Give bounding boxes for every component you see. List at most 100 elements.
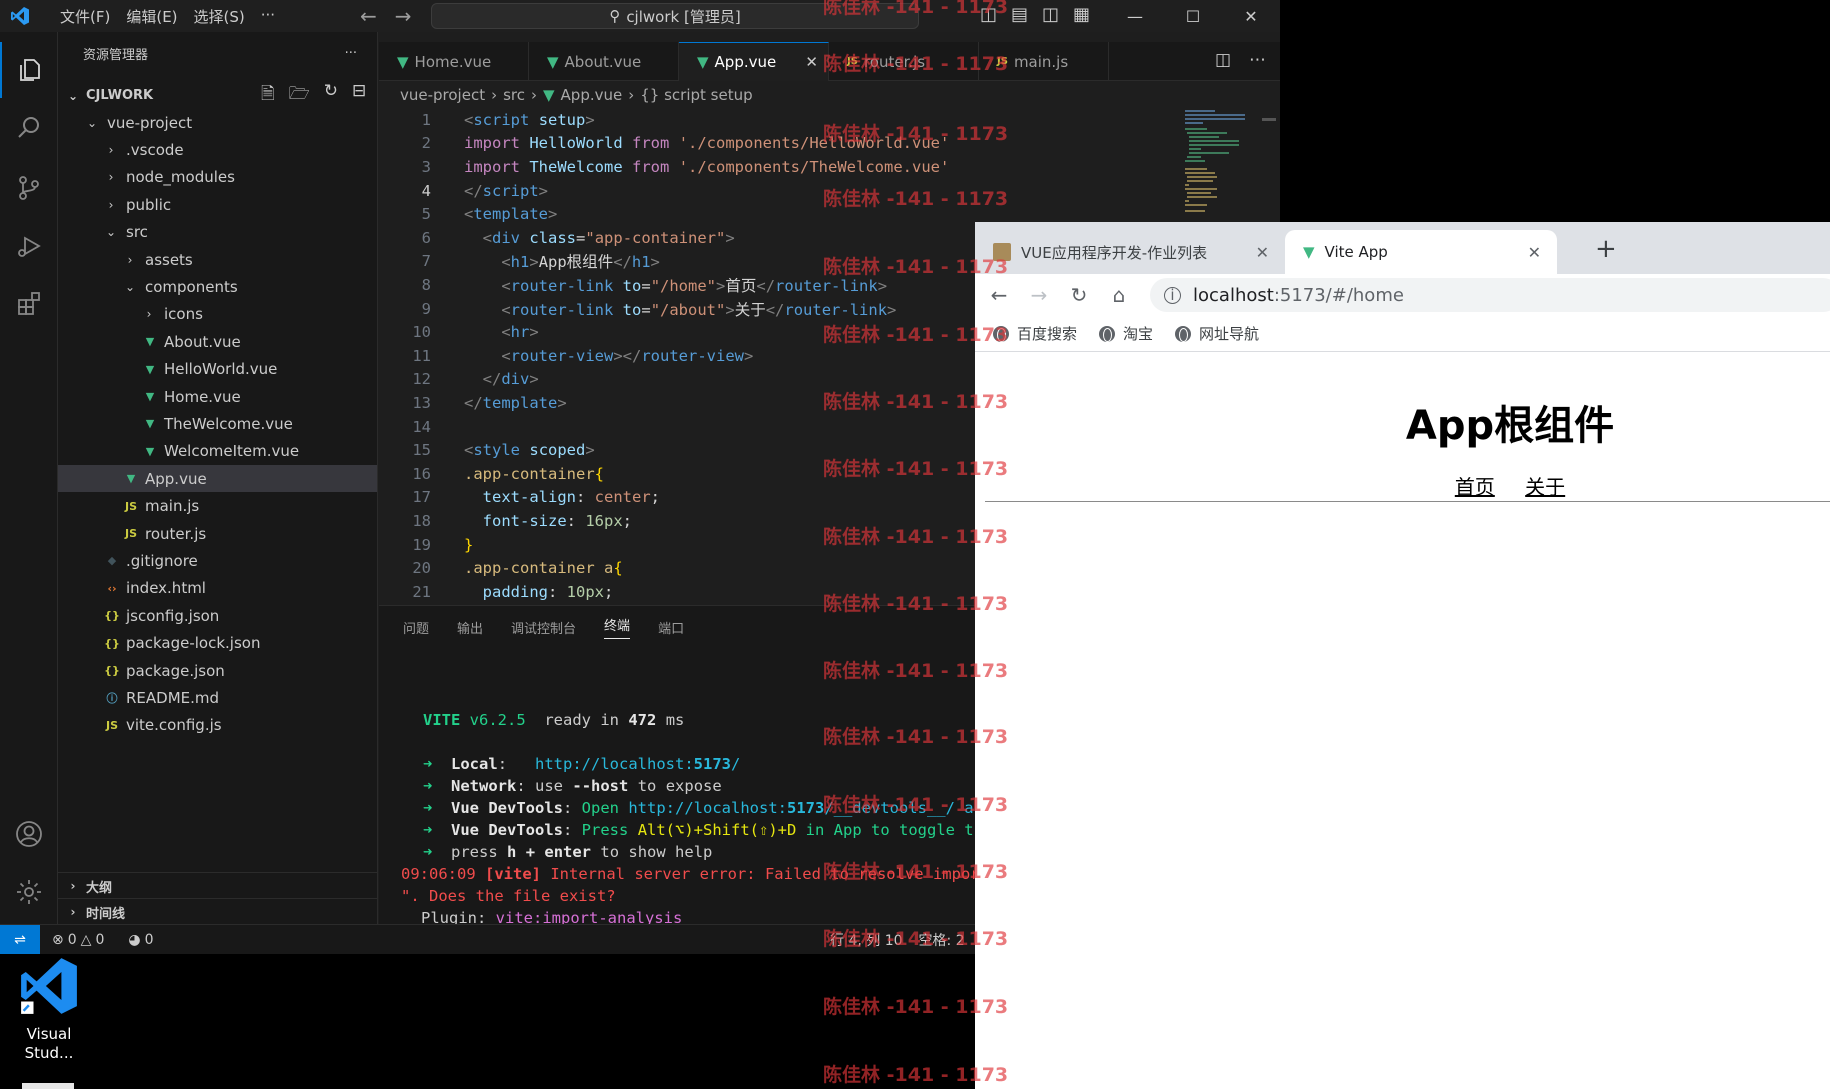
tree-item[interactable]: {} package-lock.json — [58, 630, 377, 657]
toggle-secondary-sidebar-icon[interactable]: ◫ — [1042, 4, 1059, 25]
watermark-text: 陈佳林 -141 - 1173 — [823, 928, 1009, 950]
settings-gear-icon[interactable] — [0, 864, 58, 920]
search-icon[interactable] — [0, 100, 58, 156]
new-file-icon[interactable]: 🗎 — [261, 81, 275, 110]
watermark-text: 陈佳林 -141 - 1173 — [823, 0, 1009, 18]
address-bar[interactable]: i localhost:5173/#/home — [1150, 278, 1830, 312]
run-debug-icon[interactable] — [0, 218, 58, 274]
tree-item[interactable]: ‹› index.html — [58, 575, 377, 602]
customize-layout-icon[interactable]: ▦ — [1073, 4, 1090, 25]
minimize-icon[interactable]: — — [1106, 0, 1164, 32]
explorer-icon[interactable] — [0, 42, 58, 98]
forward-arrow-icon[interactable]: → — [1019, 283, 1059, 307]
watermark-text: 陈佳林 -141 - 1173 — [823, 391, 1009, 413]
line-number: 2 — [421, 134, 431, 153]
timeline-section[interactable]: › 时间线 — [58, 898, 377, 925]
tree-item[interactable]: › icons — [58, 301, 377, 328]
tree-item[interactable]: ▼ App.vue — [58, 465, 377, 493]
site-info-icon[interactable]: i — [1164, 286, 1181, 304]
new-folder-icon[interactable]: 🗁 — [289, 81, 310, 110]
tree-item[interactable]: ▼ Home.vue — [58, 383, 377, 410]
tree-item[interactable]: › public — [58, 191, 377, 218]
back-arrow-icon[interactable]: ← — [979, 283, 1019, 307]
tab-problems[interactable]: 问题 — [403, 618, 429, 637]
tree-item[interactable]: ⌄ src — [58, 219, 377, 246]
tree-item[interactable]: ⌄ vue-project — [58, 109, 377, 136]
vscode-app-icon — [10, 955, 88, 1021]
maximize-icon[interactable]: ☐ — [1164, 0, 1222, 32]
explorer-more-button[interactable]: ··· — [345, 46, 357, 61]
tree-item[interactable]: › assets — [58, 246, 377, 273]
account-icon[interactable] — [0, 806, 58, 862]
chevron-right-icon: › — [531, 86, 537, 104]
ports-status[interactable]: ◕ 0 — [128, 932, 153, 948]
tab-terminal[interactable]: 终端 — [604, 615, 631, 639]
tree-item[interactable]: ▼ TheWelcome.vue — [58, 410, 377, 437]
forward-arrow-icon[interactable]: → — [395, 4, 412, 28]
back-arrow-icon[interactable]: ← — [360, 4, 377, 28]
history-nav: ← → — [360, 4, 412, 28]
tab-ports[interactable]: 端口 — [658, 618, 684, 637]
menu-file[interactable]: 文件(F) — [52, 6, 118, 27]
breadcrumb-item[interactable]: src — [503, 86, 525, 104]
tree-item[interactable]: ⌄ components — [58, 273, 377, 300]
tree-item[interactable]: ⓘ README.md — [58, 684, 377, 711]
broadcast-icon: ◕ — [128, 931, 141, 948]
extensions-icon[interactable] — [0, 276, 58, 332]
source-control-icon[interactable] — [0, 160, 58, 216]
workspace-root[interactable]: ⌄ CJLWORK 🗎 🗁 ↻ ⊟ — [58, 81, 377, 110]
outline-section[interactable]: › 大纲 — [58, 872, 377, 899]
desktop-shortcut-vscode[interactable]: Visual Stud... — [10, 955, 88, 1063]
tab-debug-console[interactable]: 调试控制台 — [511, 618, 576, 637]
explorer-header: 资源管理器 ··· — [58, 32, 377, 74]
more-actions-icon[interactable]: ⋯ — [1249, 50, 1266, 70]
chevron-down-icon: ⌄ — [124, 279, 136, 294]
reload-icon[interactable]: ↻ — [1059, 283, 1099, 307]
tree-item[interactable]: ▼ About.vue — [58, 328, 377, 355]
tree-item[interactable]: JS main.js — [58, 493, 377, 520]
toggle-panel-icon[interactable]: ▤ — [1011, 4, 1028, 25]
about-link[interactable]: 关于 — [1525, 475, 1565, 499]
close-tab-icon[interactable]: ✕ — [805, 53, 818, 71]
refresh-icon[interactable]: ↻ — [324, 81, 338, 110]
new-tab-button[interactable]: + — [1595, 234, 1617, 264]
editor-scrollbar[interactable] — [1262, 118, 1276, 121]
problems-status[interactable]: ⊗ 0 △ 0 — [52, 932, 104, 948]
breadcrumb-item[interactable]: {} script setup — [640, 86, 752, 104]
tab-about-vue[interactable]: ▼ About.vue — [529, 42, 679, 81]
code-line: <style scoped> — [464, 441, 595, 460]
tree-item[interactable]: JS router.js — [58, 520, 377, 547]
browser-tab-vite-app[interactable]: ▼ Vite App ✕ — [1285, 230, 1557, 274]
code-line: .app-container a{ — [464, 559, 623, 578]
tree-item[interactable]: {} jsconfig.json — [58, 602, 377, 629]
code-line: </div> — [482, 370, 539, 389]
home-icon[interactable]: ⌂ — [1099, 283, 1139, 307]
bookmark-nav[interactable]: 网址导航 — [1175, 323, 1259, 344]
tree-item[interactable]: › .vscode — [58, 136, 377, 163]
menu-selection[interactable]: 选择(S) — [186, 6, 253, 27]
split-editor-icon[interactable]: ◫ — [1215, 50, 1231, 70]
tab-home-vue[interactable]: ▼ Home.vue — [379, 42, 529, 81]
minimap[interactable] — [1183, 108, 1265, 218]
collapse-all-icon[interactable]: ⊟ — [352, 81, 366, 110]
breadcrumb-item[interactable]: vue-project — [400, 86, 485, 104]
close-tab-icon[interactable]: ✕ — [1528, 243, 1541, 262]
bookmark-taobao[interactable]: 淘宝 — [1099, 323, 1153, 344]
close-icon[interactable]: ✕ — [1222, 0, 1280, 32]
close-tab-icon[interactable]: ✕ — [1256, 243, 1269, 262]
menu-more[interactable]: ··· — [253, 6, 283, 27]
tree-item[interactable]: ◆ .gitignore — [58, 547, 377, 574]
tree-item[interactable]: {} package.json — [58, 657, 377, 684]
remote-indicator-icon[interactable]: ⇌ — [0, 924, 40, 954]
chevron-down-icon: ⌄ — [86, 115, 98, 130]
home-link[interactable]: 首页 — [1455, 475, 1495, 499]
tab-app-vue[interactable]: ▼ App.vue ✕ — [679, 42, 829, 81]
tree-item[interactable]: › node_modules — [58, 164, 377, 191]
tree-item[interactable]: JS vite.config.js — [58, 712, 377, 739]
tree-item[interactable]: ▼ WelcomeItem.vue — [58, 438, 377, 465]
breadcrumb-item[interactable]: App.vue — [561, 86, 623, 104]
browser-tab-assignments[interactable]: VUE应用程序开发-作业列表 ✕ — [975, 230, 1285, 274]
tree-item[interactable]: ▼ HelloWorld.vue — [58, 356, 377, 383]
menu-edit[interactable]: 编辑(E) — [118, 6, 185, 27]
tab-output[interactable]: 输出 — [457, 618, 483, 637]
